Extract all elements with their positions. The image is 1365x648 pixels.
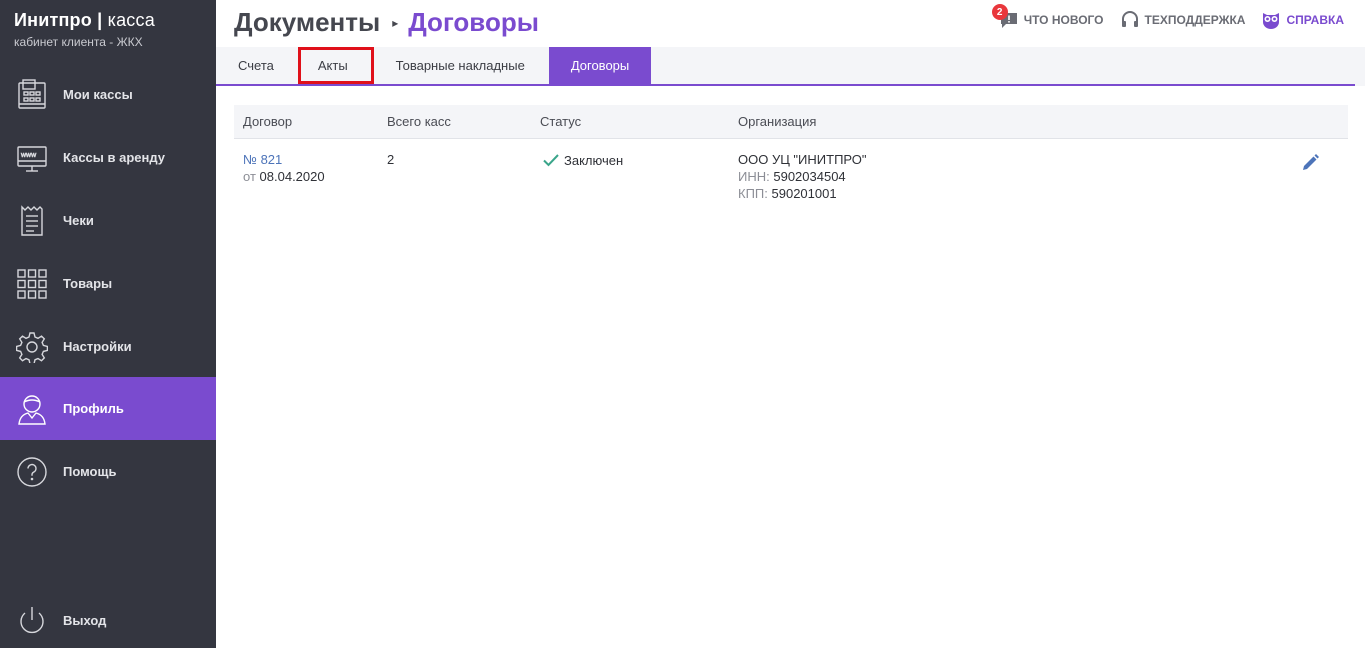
document-tabs: Счета Акты Товарные накладные Договоры <box>216 47 1355 86</box>
brand-subtitle: кабинет клиента - ЖКХ <box>14 35 143 49</box>
headset-icon <box>1121 11 1138 27</box>
support-label: ТЕХПОДДЕРЖКА <box>1144 13 1246 27</box>
top-actions: 2 ЧТО НОВОГО ТЕХПОДДЕРЖКА СПРАВКА <box>991 4 1344 30</box>
help-link[interactable]: СПРАВКА <box>1261 10 1344 30</box>
question-icon <box>16 456 48 488</box>
user-icon <box>16 393 48 425</box>
brand: Инитпро | касса кабинет клиента - ЖКХ <box>0 0 216 63</box>
tab-invoices[interactable]: Счета <box>216 47 296 84</box>
whats-new-label: ЧТО НОВОГО <box>1023 13 1104 27</box>
organization-inn: ИНН: 5902034504 <box>738 168 1268 185</box>
tab-acts[interactable]: Акты <box>297 47 374 84</box>
notification-badge: 2 <box>991 4 1008 20</box>
sidebar-item-goods[interactable]: Товары <box>0 252 216 315</box>
grid-icon <box>16 268 48 300</box>
organization-cell: ООО УЦ "ИНИТПРО" ИНН: 5902034504 КПП: 59… <box>738 151 1268 202</box>
column-header-status[interactable]: Статус <box>540 114 738 129</box>
brand-separator: | <box>97 10 103 30</box>
status-text: Заключен <box>564 152 624 168</box>
sidebar: Инитпро | касса кабинет клиента - ЖКХ Мо… <box>0 0 216 648</box>
contract-number-link[interactable]: № 821 <box>243 151 387 168</box>
sidebar-item-help[interactable]: Помощь <box>0 440 216 503</box>
contract-date: от 08.04.2020 <box>243 168 387 185</box>
power-icon <box>16 605 48 637</box>
kpp-label: КПП: <box>738 186 768 201</box>
sidebar-item-label: Профиль <box>63 401 124 416</box>
breadcrumb-root[interactable]: Документы <box>234 7 380 38</box>
breadcrumb: Документы ▸ Договоры <box>234 7 539 38</box>
owl-icon <box>1263 13 1280 29</box>
sidebar-item-label: Настройки <box>63 339 132 354</box>
contract-date-prefix: от <box>243 169 256 184</box>
brand-product: касса <box>107 10 155 30</box>
status-cell: Заключен <box>540 151 738 202</box>
svg-text:www: www <box>20 152 37 159</box>
top-header: Документы ▸ Договоры 2 ЧТО НОВОГО ТЕХПОД… <box>216 0 1365 47</box>
sidebar-item-label: Чеки <box>63 213 94 228</box>
organization-name: ООО УЦ "ИНИТПРО" <box>738 152 867 167</box>
support-link[interactable]: ТЕХПОДДЕРЖКА <box>1120 10 1246 30</box>
brand-logo[interactable]: Инитпро | касса <box>14 10 216 31</box>
sidebar-item-label: Мои кассы <box>63 87 133 102</box>
sidebar-item-label: Кассы в аренду <box>63 150 165 165</box>
kpp-value: 590201001 <box>771 186 837 201</box>
scrollbar[interactable] <box>1355 47 1365 86</box>
sidebar-item-receipts[interactable]: Чеки <box>0 189 216 252</box>
contract-number: 821 <box>260 152 283 167</box>
logout-button[interactable]: Выход <box>0 589 216 648</box>
contract-cell: № 821 от 08.04.2020 <box>234 151 387 202</box>
sidebar-item-rent-kassas[interactable]: www Кассы в аренду <box>0 126 216 189</box>
kassas-total: 2 <box>387 152 395 167</box>
cash-register-icon <box>16 78 48 111</box>
contracts-table: Договор Всего касс Статус Организация № … <box>234 105 1348 202</box>
organization-kpp: КПП: 590201001 <box>738 185 1268 202</box>
table-row: № 821 от 08.04.2020 2 Заключен ООО УЦ "И… <box>234 139 1348 202</box>
help-label: СПРАВКА <box>1286 13 1344 27</box>
tab-contracts[interactable]: Договоры <box>548 47 652 84</box>
whats-new-link[interactable]: 2 ЧТО НОВОГО <box>991 4 1104 30</box>
sidebar-item-settings[interactable]: Настройки <box>0 315 216 378</box>
column-header-contract[interactable]: Договор <box>234 114 387 129</box>
column-header-total[interactable]: Всего касс <box>387 114 540 129</box>
actions-cell <box>1268 151 1348 202</box>
check-icon <box>543 154 559 167</box>
contract-date-value: 08.04.2020 <box>259 169 325 184</box>
tab-waybills[interactable]: Товарные накладные <box>374 47 547 84</box>
sidebar-item-label: Товары <box>63 276 113 291</box>
pencil-icon[interactable] <box>1300 153 1320 173</box>
brand-name: Инитпро <box>14 10 92 30</box>
page-title: Договоры <box>408 7 539 37</box>
breadcrumb-separator-icon: ▸ <box>392 15 399 30</box>
gear-icon <box>16 331 48 363</box>
status-badge: Заключен <box>540 151 738 169</box>
logout-label: Выход <box>63 613 107 628</box>
inn-label: ИНН: <box>738 169 770 184</box>
table-header: Договор Всего касс Статус Организация <box>234 105 1348 139</box>
sidebar-item-profile[interactable]: Профиль <box>0 377 216 440</box>
web-terminal-icon: www <box>16 142 48 174</box>
sidebar-item-label: Помощь <box>63 464 117 479</box>
inn-value: 5902034504 <box>773 169 846 184</box>
column-header-organization[interactable]: Организация <box>738 114 1268 129</box>
sidebar-item-my-kassas[interactable]: Мои кассы <box>0 63 216 126</box>
contract-number-prefix: № <box>243 152 257 167</box>
receipt-icon <box>16 204 48 237</box>
